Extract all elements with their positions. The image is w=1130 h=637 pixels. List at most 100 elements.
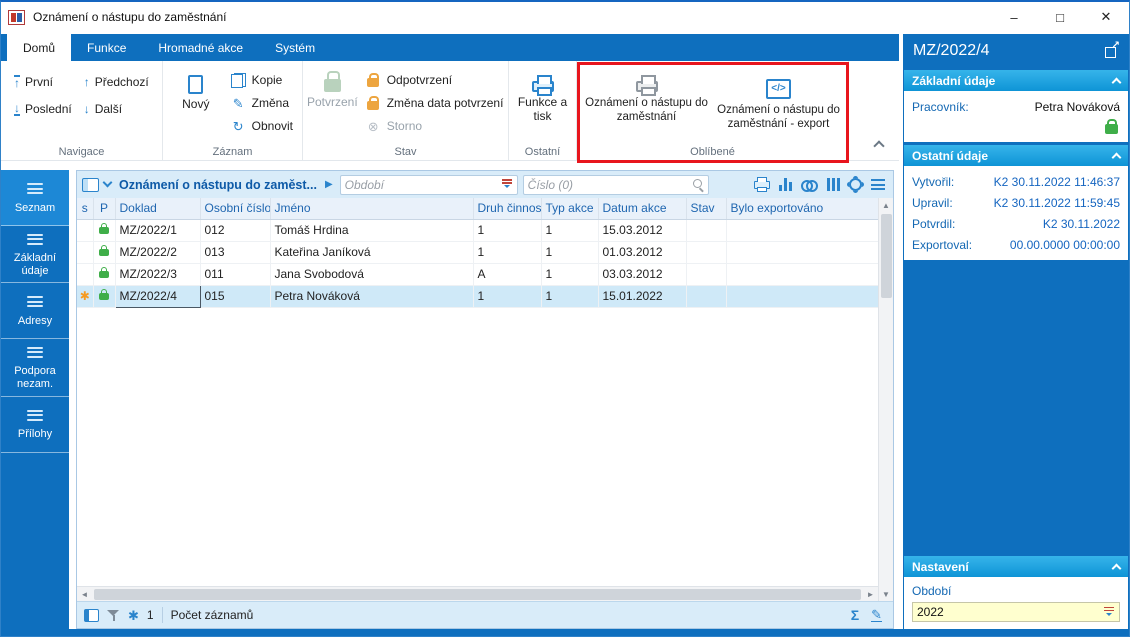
cell-status-flag[interactable]: ✱ xyxy=(77,285,93,307)
vertical-scrollbar[interactable]: ▲ ▼ xyxy=(878,198,893,601)
change-confirm-date-button[interactable]: Změna data potvrzení xyxy=(360,93,509,113)
copy-button[interactable]: Kopie xyxy=(225,70,298,90)
cell-stav[interactable] xyxy=(686,263,726,285)
cell-doklad[interactable]: MZ/2022/1 xyxy=(115,219,200,241)
ribbon-collapse-chevron-icon[interactable] xyxy=(873,140,884,151)
cell-typ-akce[interactable]: 1 xyxy=(541,285,598,307)
cell-doklad[interactable]: MZ/2022/3 xyxy=(115,263,200,285)
horizontal-scrollbar-thumb[interactable] xyxy=(94,589,861,600)
cell-typ-akce[interactable]: 1 xyxy=(541,241,598,263)
cell-druh-cinnosti[interactable]: 1 xyxy=(473,219,541,241)
new-record-button[interactable]: Nový xyxy=(171,67,221,142)
search-icon[interactable] xyxy=(693,179,704,190)
section-header-nastaveni[interactable]: Nastavení xyxy=(904,556,1128,577)
tab-domu[interactable]: Domů xyxy=(7,34,71,61)
sidebar-item-adresy[interactable]: Adresy xyxy=(1,283,69,339)
binoculars-icon[interactable] xyxy=(801,179,818,190)
tab-hromadne-akce[interactable]: Hromadné akce xyxy=(142,34,259,61)
print-icon[interactable] xyxy=(754,181,770,189)
col-header-jmeno[interactable]: Jméno xyxy=(270,198,473,219)
scroll-down-icon[interactable]: ▼ xyxy=(879,587,893,601)
favorite-export-button[interactable]: Oznámení o nástupu do zaměstnání - expor… xyxy=(716,67,842,142)
tab-funkce[interactable]: Funkce xyxy=(71,34,142,61)
table-row[interactable]: MZ/2022/3 011 Jana Svobodová A 1 03.03.2… xyxy=(77,263,880,285)
col-header-s[interactable]: s xyxy=(77,198,93,219)
hamburger-menu-icon[interactable] xyxy=(871,177,885,193)
panel-toggle-icon[interactable] xyxy=(84,609,99,622)
storno-button[interactable]: ⊗ Storno xyxy=(360,116,509,136)
col-header-osobni-cislo[interactable]: Osobní číslo xyxy=(200,198,270,219)
cell-doklad[interactable]: MZ/2022/4 xyxy=(115,285,200,307)
cell-osobni-cislo[interactable]: 013 xyxy=(200,241,270,263)
popout-icon[interactable] xyxy=(1105,44,1119,58)
next-button[interactable]: ↓ Další xyxy=(79,99,154,119)
tab-system[interactable]: Systém xyxy=(259,34,331,61)
maximize-button[interactable]: □ xyxy=(1037,2,1083,32)
sidebar-item-zakladni-udaje[interactable]: Základní údaje xyxy=(1,226,69,283)
cell-jmeno[interactable]: Kateřina Janíková xyxy=(270,241,473,263)
cell-datum-akce[interactable]: 15.03.2012 xyxy=(598,219,686,241)
cell-lock[interactable] xyxy=(93,241,115,263)
last-button[interactable]: ↓ Poslední xyxy=(9,99,77,119)
combo-dropdown-icon[interactable] xyxy=(501,178,513,192)
cell-status-flag[interactable] xyxy=(77,263,93,285)
cell-jmeno[interactable]: Petra Nováková xyxy=(270,285,473,307)
cell-stav[interactable] xyxy=(686,219,726,241)
section-header-ostatni-udaje[interactable]: Ostatní údaje xyxy=(904,145,1128,166)
col-header-doklad[interactable]: Doklad xyxy=(115,198,200,219)
col-header-bylo-exportovano[interactable]: Bylo exportováno xyxy=(726,198,880,219)
search-input[interactable] xyxy=(528,178,690,192)
confirm-button[interactable]: Potvrzení xyxy=(307,67,358,142)
table-row[interactable]: MZ/2022/1 012 Tomáš Hrdina 1 1 15.03.201… xyxy=(77,219,880,241)
cell-lock[interactable] xyxy=(93,219,115,241)
col-header-typ-akce[interactable]: Typ akce xyxy=(541,198,598,219)
col-header-druh-cinnosti[interactable]: Druh činnost xyxy=(473,198,541,219)
functions-print-button[interactable]: Funkce a tisk xyxy=(514,67,572,142)
edit-button[interactable]: ✎ Změna xyxy=(225,93,298,113)
cell-lock[interactable] xyxy=(93,285,115,307)
columns-icon[interactable] xyxy=(827,178,840,191)
filter-icon[interactable] xyxy=(107,609,120,622)
sidebar-item-podpora-nezam[interactable]: Podpora nezam. xyxy=(1,339,69,396)
cell-jmeno[interactable]: Jana Svobodová xyxy=(270,263,473,285)
cell-bylo-exportovano[interactable] xyxy=(726,263,880,285)
view-selector-icon[interactable] xyxy=(82,178,99,192)
sidebar-item-seznam[interactable]: Seznam xyxy=(1,170,69,226)
cell-status-flag[interactable] xyxy=(77,241,93,263)
cell-druh-cinnosti[interactable]: 1 xyxy=(473,241,541,263)
cell-bylo-exportovano[interactable] xyxy=(726,285,880,307)
col-header-datum-akce[interactable]: Datum akce xyxy=(598,198,686,219)
freeze-icon[interactable]: ✱ xyxy=(128,609,139,622)
cell-druh-cinnosti[interactable]: 1 xyxy=(473,285,541,307)
edit-pencil-icon[interactable]: ✎ xyxy=(871,608,882,622)
chart-icon[interactable] xyxy=(779,178,792,191)
obdobi-input[interactable] xyxy=(917,605,1103,619)
cell-lock[interactable] xyxy=(93,263,115,285)
cell-jmeno[interactable]: Tomáš Hrdina xyxy=(270,219,473,241)
cell-stav[interactable] xyxy=(686,241,726,263)
combo-dropdown-icon[interactable] xyxy=(1103,605,1115,619)
cell-osobni-cislo[interactable]: 012 xyxy=(200,219,270,241)
cell-druh-cinnosti[interactable]: A xyxy=(473,263,541,285)
cell-bylo-exportovano[interactable] xyxy=(726,241,880,263)
cell-osobni-cislo[interactable]: 011 xyxy=(200,263,270,285)
cell-status-flag[interactable] xyxy=(77,219,93,241)
settings-gear-icon[interactable] xyxy=(849,178,862,191)
scroll-up-icon[interactable]: ▲ xyxy=(879,198,893,212)
favorite-print-report-button[interactable]: Oznámení o nástupu do zaměstnání xyxy=(584,67,710,142)
cell-datum-akce[interactable]: 15.01.2022 xyxy=(598,285,686,307)
cell-stav[interactable] xyxy=(686,285,726,307)
cell-bylo-exportovano[interactable] xyxy=(726,219,880,241)
scroll-right-icon[interactable]: ► xyxy=(863,587,878,602)
col-header-stav[interactable]: Stav xyxy=(686,198,726,219)
sidebar-item-prilohy[interactable]: Přílohy xyxy=(1,397,69,453)
sum-icon[interactable]: Σ xyxy=(851,608,859,622)
cell-typ-akce[interactable]: 1 xyxy=(541,263,598,285)
period-filter-input[interactable] xyxy=(345,178,498,192)
play-icon[interactable]: ▶ xyxy=(325,179,333,190)
table-row[interactable]: MZ/2022/2 013 Kateřina Janíková 1 1 01.0… xyxy=(77,241,880,263)
minimize-button[interactable]: – xyxy=(991,2,1037,32)
close-button[interactable]: ✕ xyxy=(1083,2,1129,32)
cell-osobni-cislo[interactable]: 015 xyxy=(200,285,270,307)
vertical-scrollbar-thumb[interactable] xyxy=(881,214,892,298)
